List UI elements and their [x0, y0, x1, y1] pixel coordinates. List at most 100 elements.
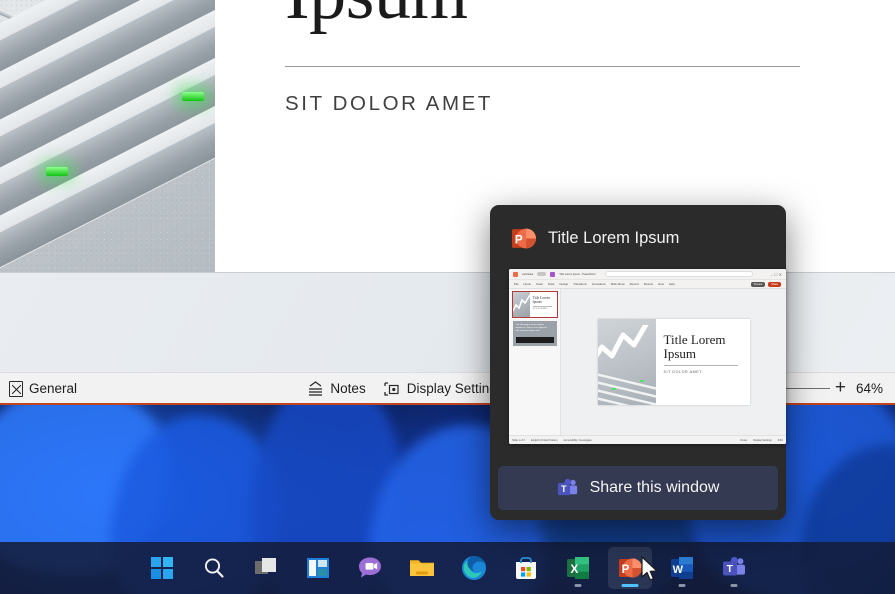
mini-powerpoint-icon	[513, 272, 518, 277]
search-button[interactable]	[192, 547, 236, 589]
slide-title: Ipsum	[285, 0, 885, 24]
mini-ribbon-actions: Present Share	[751, 282, 781, 287]
mini-window-controls: – ☐ ✕	[771, 272, 782, 277]
mini-status-1: English (United States)	[531, 439, 558, 442]
mini-tab-3: Draw	[548, 282, 555, 286]
running-indicator	[574, 584, 581, 587]
mini-tab-10: View	[658, 282, 664, 286]
widgets-button[interactable]	[296, 547, 340, 589]
popup-header: P Title Lorem Ipsum	[502, 219, 774, 255]
start-button[interactable]	[140, 547, 184, 589]
zoom-level-label[interactable]: 64%	[851, 381, 895, 396]
running-indicator	[730, 584, 737, 587]
slide-subtitle: SIT DOLOR AMET	[285, 92, 885, 116]
excel-button[interactable]: X	[556, 547, 600, 589]
window-preview-thumbnail[interactable]: AutoSave Title Lorem Ipsum - PowerPoint …	[509, 269, 786, 444]
mini-slide-2: Cras nibh magna, tempor egestasaliquam n…	[513, 321, 557, 346]
screen: Ipsum SIT DOLOR AMET General	[0, 0, 895, 594]
mini-slide-divider	[664, 365, 738, 366]
mini-tab-7: Slide Show	[611, 282, 625, 286]
running-indicator	[678, 584, 685, 587]
mini-slide-1: Title LoremIpsum SIT DOLOR AMET	[513, 292, 557, 317]
search-icon	[202, 556, 226, 580]
mini-save-icon	[550, 272, 555, 277]
mini-ribbon: File Home Insert Draw Design Transitions…	[509, 280, 786, 289]
mini-current-slide: Title Lorem Ipsum SIT DOLOR AMET	[598, 319, 750, 405]
mini-tab-4: Design	[560, 282, 569, 286]
status-general-button[interactable]: General	[0, 373, 86, 405]
mini-tab-11: Help	[669, 282, 675, 286]
mini-stairs-icon	[598, 365, 656, 405]
mini-status-2: Accessibility: Investigate	[564, 439, 592, 442]
edge-icon	[461, 555, 487, 581]
mini-tab-5: Transitions	[573, 282, 587, 286]
teams-button[interactable]: T	[712, 547, 756, 589]
windows-logo-icon	[150, 556, 174, 580]
mini-status-zoom: 64%	[778, 439, 783, 442]
slide-text-block: Ipsum SIT DOLOR AMET	[285, 0, 885, 116]
mini-tab-0: File	[514, 282, 519, 286]
slide-divider	[285, 66, 800, 67]
mini-title-bar: AutoSave Title Lorem Ipsum - PowerPoint …	[509, 269, 786, 280]
mini-slide-text: Title Lorem Ipsum SIT DOLOR AMET	[656, 319, 750, 405]
zoom-in-button[interactable]: +	[830, 378, 851, 399]
mini-status-4: Display Settings	[753, 439, 772, 442]
svg-text:T: T	[561, 484, 567, 494]
mini-slide-subtitle: SIT DOLOR AMET	[664, 370, 750, 374]
display-settings-icon	[384, 382, 401, 396]
status-general-label: General	[29, 381, 77, 396]
edge-button[interactable]	[452, 547, 496, 589]
mini-status-3: Notes	[740, 439, 747, 442]
folder-icon	[409, 557, 435, 579]
task-view-icon	[254, 557, 278, 579]
powerpoint-icon: P	[511, 226, 536, 251]
share-this-window-button[interactable]: T Share this window	[498, 466, 778, 510]
notes-icon	[307, 381, 324, 396]
mini-present-button: Present	[751, 282, 766, 287]
svg-text:W: W	[672, 564, 683, 576]
mini-slide-image	[598, 319, 656, 405]
mini-body: Title LoremIpsum SIT DOLOR AMET Cras nib…	[509, 289, 786, 435]
microsoft-store-icon	[514, 556, 538, 580]
mini-autosave-toggle	[537, 272, 546, 276]
active-indicator	[621, 584, 638, 587]
popup-window-title: Title Lorem Ipsum	[548, 229, 679, 248]
mini-slide-stage: Title Lorem Ipsum SIT DOLOR AMET	[561, 289, 786, 435]
task-view-button[interactable]	[244, 547, 288, 589]
mini-tab-1: Home	[524, 282, 531, 286]
mini-tab-8: Record	[630, 282, 639, 286]
teams-icon: T	[557, 478, 578, 499]
mini-search-box	[605, 271, 752, 277]
file-explorer-button[interactable]	[400, 547, 444, 589]
chat-button[interactable]	[348, 547, 392, 589]
mini-powerpoint-window: AutoSave Title Lorem Ipsum - PowerPoint …	[509, 269, 786, 444]
status-notes-button[interactable]: Notes	[298, 373, 374, 405]
mini-tab-2: Insert	[536, 282, 543, 286]
store-button[interactable]	[504, 547, 548, 589]
powerpoint-button[interactable]: P	[608, 547, 652, 589]
mini-status-bar: Slide 1 of 2 English (United States) Acc…	[509, 435, 786, 444]
status-display-settings-label: Display Settings	[407, 381, 504, 396]
powerpoint-icon: P	[618, 556, 642, 580]
svg-text:T: T	[726, 563, 733, 575]
teams-icon: T	[722, 556, 746, 580]
slide-image-stairs	[0, 0, 215, 272]
chat-video-icon	[357, 556, 383, 580]
mini-tab-6: Animations	[592, 282, 606, 286]
general-section-icon	[9, 381, 23, 397]
status-notes-label: Notes	[330, 381, 365, 396]
mini-window-title: Title Lorem Ipsum - PowerPoint	[559, 273, 595, 276]
mini-slide-panel: Title LoremIpsum SIT DOLOR AMET Cras nib…	[509, 289, 561, 435]
svg-text:P: P	[515, 232, 523, 246]
mini-share-button: Share	[768, 282, 781, 287]
svg-text:X: X	[570, 562, 578, 576]
mini-tab-9: Review	[644, 282, 653, 286]
word-button[interactable]: W	[660, 547, 704, 589]
mini-slide-title: Title Lorem Ipsum	[664, 333, 750, 360]
word-icon: W	[670, 556, 694, 580]
widgets-icon	[306, 557, 330, 579]
mini-autosave-label: AutoSave	[522, 273, 533, 276]
share-this-window-label: Share this window	[590, 479, 720, 497]
windows-taskbar: X P W	[0, 542, 895, 594]
excel-icon: X	[566, 556, 590, 580]
